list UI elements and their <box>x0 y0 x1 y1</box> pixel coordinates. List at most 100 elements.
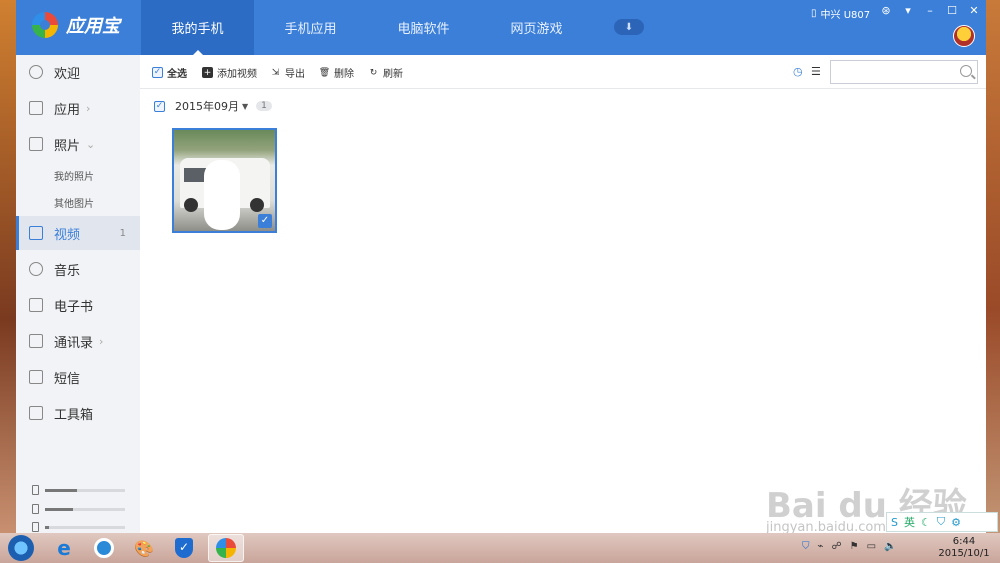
sidebar-item-label: 通讯录 <box>54 335 94 351</box>
storage-fill <box>45 507 73 511</box>
usb-tray-icon[interactable]: ⌁ <box>818 541 824 552</box>
volume-icon[interactable]: 🔈 <box>884 541 896 552</box>
system-tray: ⛉ ⌁ ☍ ⚑ ▭ 🔈 <box>802 541 897 552</box>
welcome-icon <box>29 65 43 79</box>
sidebar-item-toolbox[interactable]: 工具箱 <box>16 396 140 430</box>
sms-icon <box>29 370 43 384</box>
app-logo: 应用宝 <box>32 12 120 38</box>
yingyongbao-logo-icon <box>32 12 58 38</box>
van-window <box>184 168 206 182</box>
maximize-icon[interactable]: ☐ <box>945 4 959 17</box>
sidebar: 欢迎 应用 › 照片 ⌄ 我的照片 其他图片 视频 1 音乐 电子书 通讯录 ›… <box>16 55 140 533</box>
sidebar-item-label: 电子书 <box>54 299 94 315</box>
list-view-icon[interactable]: ☰ <box>811 65 821 78</box>
storage-phone <box>32 484 126 496</box>
export-label: 导出 <box>285 69 305 80</box>
delete-button[interactable]: 🗑 删除 <box>318 65 354 81</box>
sidebar-item-sms[interactable]: 短信 <box>16 360 140 394</box>
cloud-app-icon[interactable] <box>86 534 122 562</box>
export-button[interactable]: ⇲ 导出 <box>270 65 305 81</box>
van-wheel <box>184 198 198 212</box>
chevron-down-icon: ⌄ <box>86 137 96 151</box>
sidebar-subitem-other-images[interactable]: 其他图片 <box>54 195 94 210</box>
minimize-icon[interactable]: – <box>923 4 937 17</box>
user-avatar[interactable] <box>953 25 975 47</box>
group-date[interactable]: 2015年09月 <box>175 98 239 114</box>
chevron-right-icon: › <box>99 334 104 348</box>
photo-icon <box>29 137 43 151</box>
sidebar-item-apps[interactable]: 应用 › <box>16 91 140 125</box>
close-icon[interactable]: ✕ <box>967 4 981 17</box>
sidebar-item-music[interactable]: 音乐 <box>16 252 140 286</box>
clock-date: 2015/10/1 <box>938 548 990 559</box>
sidebar-item-photos[interactable]: 照片 ⌄ <box>16 127 140 161</box>
search-icon[interactable] <box>960 65 972 77</box>
tab-phone-apps[interactable]: 手机应用 <box>254 0 367 55</box>
refresh-label: 刷新 <box>383 69 403 80</box>
caret-down-icon[interactable]: ▼ <box>242 102 248 111</box>
sidebar-item-welcome[interactable]: 欢迎 <box>16 55 140 89</box>
select-all-label: 全选 <box>167 69 187 80</box>
device-name: 中兴 U807 <box>820 10 871 21</box>
storage-sdcard <box>32 503 126 515</box>
sidebar-subitem-my-photos[interactable]: 我的照片 <box>54 168 94 183</box>
checkbox-checked-icon: ✓ <box>152 67 163 78</box>
paint-palette-icon[interactable]: 🎨 <box>126 534 162 562</box>
sidebar-item-label: 短信 <box>54 371 81 387</box>
timeline-view-icon[interactable]: ◷ <box>793 65 803 78</box>
tab-pc-software[interactable]: 电脑软件 <box>367 0 480 55</box>
contacts-icon <box>29 334 43 348</box>
start-button-icon[interactable] <box>8 535 34 561</box>
storage-fill <box>45 488 77 492</box>
chevron-right-icon: › <box>86 101 91 115</box>
group-checkbox[interactable]: ✓ <box>154 100 165 112</box>
sidebar-item-videos[interactable]: 视频 1 <box>16 216 140 250</box>
download-manager-button[interactable]: ⬇ <box>614 19 644 35</box>
video-icon <box>29 226 43 240</box>
flag-tray-icon[interactable]: ⚑ <box>850 541 859 552</box>
refresh-button[interactable]: ↻ 刷新 <box>368 65 403 81</box>
download-arrow-icon: ⬇ <box>624 21 634 33</box>
plus-icon: + <box>202 67 213 78</box>
sdcard-storage-icon <box>32 504 39 514</box>
main-tabs: 我的手机 手机应用 电脑软件 网页游戏 <box>141 0 593 55</box>
sidebar-item-label: 欢迎 <box>54 66 81 82</box>
settings-dropdown-icon[interactable]: ⊛ <box>879 4 893 17</box>
group-count-badge: 1 <box>256 101 272 111</box>
skin-shirt-icon[interactable]: ⛉ <box>937 515 945 529</box>
tab-my-phone[interactable]: 我的手机 <box>141 0 254 55</box>
windows-taskbar: e 🎨 ✓ ⛉ ⌁ ☍ ⚑ ▭ 🔈 6:44 2015/10/1 <box>0 533 1000 563</box>
shield-tray-icon[interactable]: ⛉ <box>802 541 810 552</box>
display-tray-icon[interactable]: ▭ <box>867 541 876 552</box>
taskbar-clock[interactable]: 6:44 2015/10/1 <box>934 536 994 560</box>
sidebar-item-label: 应用 <box>54 102 81 118</box>
delete-label: 删除 <box>334 69 354 80</box>
ime-logo-icon: S <box>891 515 898 529</box>
window-controls: ⊛ ▾ – ☐ ✕ <box>879 4 981 17</box>
sidebar-item-ebooks[interactable]: 电子书 <box>16 288 140 322</box>
security-shield-icon[interactable]: ✓ <box>166 534 202 562</box>
ime-toolbar[interactable]: S 英 ☾ ⛉ ⚙ <box>886 512 998 532</box>
search-input[interactable] <box>830 60 978 84</box>
menu-dropdown-icon[interactable]: ▾ <box>901 4 915 17</box>
ie-browser-icon[interactable]: e <box>46 534 82 562</box>
sidebar-item-label: 视频 <box>54 227 81 243</box>
yingyongbao-taskbar-icon[interactable] <box>208 534 244 562</box>
ime-language[interactable]: 英 <box>904 514 915 530</box>
van-wheel <box>250 198 264 212</box>
selected-check-icon[interactable]: ✓ <box>258 214 272 228</box>
redacted-area <box>204 160 240 230</box>
date-group-header: ✓ 2015年09月 ▼ 1 <box>154 98 272 114</box>
video-thumbnail[interactable]: ✓ <box>172 128 277 233</box>
device-indicator[interactable]: ▯ 中兴 U807 <box>811 6 870 21</box>
add-video-button[interactable]: + 添加视频 <box>202 65 257 80</box>
select-all-checkbox[interactable]: ✓ 全选 <box>152 65 187 80</box>
tab-web-games[interactable]: 网页游戏 <box>480 0 593 55</box>
ime-settings-gear-icon[interactable]: ⚙ <box>951 516 961 529</box>
sidebar-item-label: 音乐 <box>54 263 81 279</box>
trash-icon: 🗑 <box>318 67 331 78</box>
moon-icon[interactable]: ☾ <box>921 516 931 529</box>
sidebar-item-contacts[interactable]: 通讯录 › <box>16 324 140 358</box>
app-window: 应用宝 我的手机 手机应用 电脑软件 网页游戏 ⬇ ▯ 中兴 U807 ⊛ ▾ … <box>16 0 986 533</box>
network-tray-icon[interactable]: ☍ <box>832 541 842 552</box>
